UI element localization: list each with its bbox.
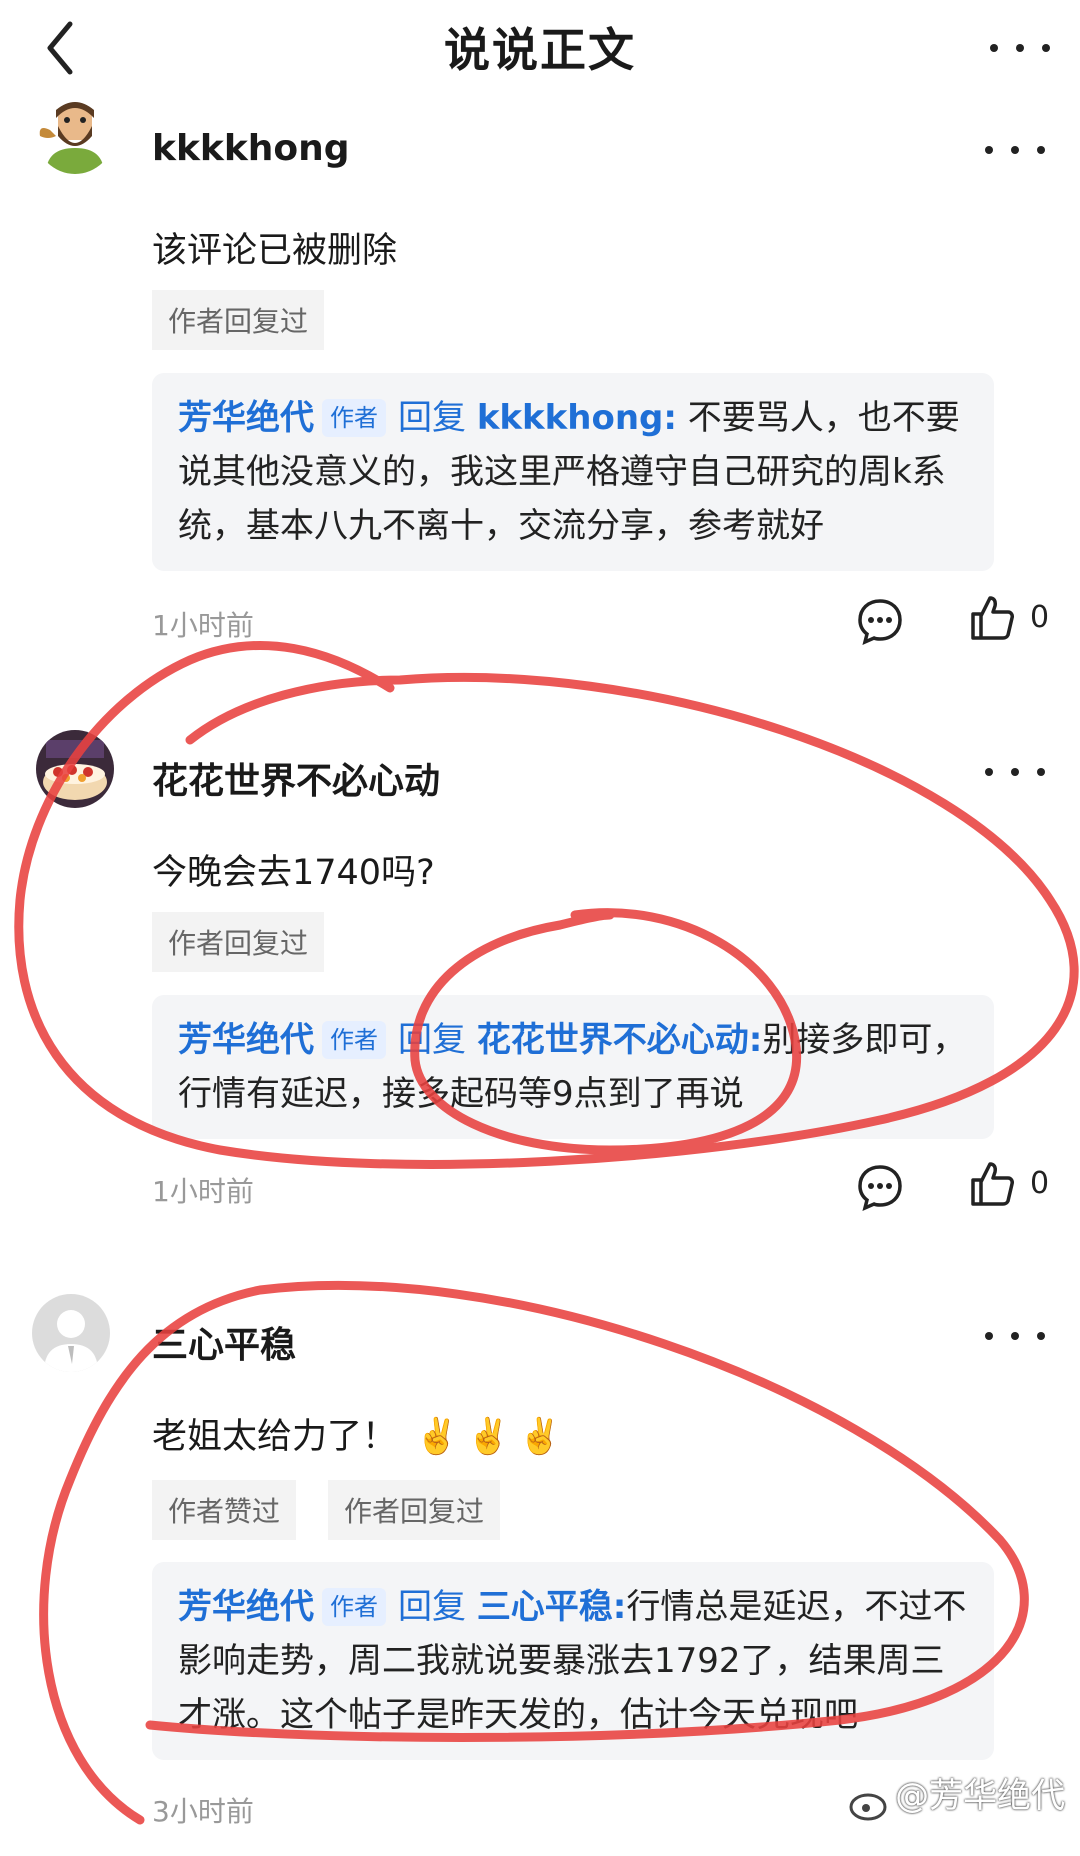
comment-username[interactable]: 三心平稳 — [152, 1316, 296, 1368]
like-button[interactable] — [968, 594, 1016, 646]
reply-action: 回复 — [398, 1587, 466, 1627]
like-count: 0 — [1030, 600, 1050, 635]
chat-bubble-icon — [858, 1165, 902, 1212]
victory-hand-emoji-icon: ✌️✌️✌️ — [415, 1417, 570, 1457]
author-replied-tag: 作者回复过 — [152, 912, 325, 972]
avatar[interactable] — [32, 1294, 110, 1372]
author-reply[interactable]: 芳华绝代 作者 回复 花花世界不必心动:别接多即可，行情有延迟，接多起码等9点到了再… — [152, 995, 994, 1139]
dot — [1011, 1332, 1019, 1340]
reply-action: 回复 — [398, 1020, 466, 1060]
bearded-man-avatar-icon — [36, 96, 114, 174]
reply-author-name[interactable]: 芳华绝代 — [178, 1587, 314, 1627]
comment-time: 3小时前 — [152, 1795, 254, 1828]
author-badge: 作者 — [322, 399, 386, 437]
author-liked-tag: 作者赞过 — [152, 1480, 297, 1540]
like-button[interactable] — [968, 1160, 1016, 1212]
author-badge: 作者 — [322, 1021, 386, 1059]
author-reply[interactable]: 芳华绝代 作者 回复 三心平稳:行情总是延迟，不过不影响走势，周二我就说要暴涨去17… — [152, 1562, 994, 1760]
dot — [1016, 44, 1024, 52]
reply-target-name[interactable]: 花花世界不必心动: — [477, 1020, 763, 1060]
comment-time: 1小时前 — [152, 1175, 254, 1208]
comment-more-button[interactable] — [975, 1316, 1055, 1356]
author-replied-tag: 作者回复过 — [328, 1480, 501, 1540]
page-title: 说说正文 — [444, 23, 636, 77]
reply-author-name[interactable]: 芳华绝代 — [178, 1020, 314, 1060]
author-badge: 作者 — [322, 1588, 386, 1626]
comment-username[interactable]: kkkkhong — [152, 128, 350, 169]
avatar[interactable] — [36, 96, 114, 174]
more-options-button[interactable] — [980, 28, 1060, 68]
weibo-logo-icon — [849, 1793, 887, 1820]
dot — [985, 146, 993, 154]
birthday-cake-avatar-icon — [36, 730, 114, 808]
reply-comment-button[interactable] — [855, 596, 905, 650]
dot — [1037, 1332, 1045, 1340]
like-count: 0 — [1030, 1166, 1050, 1201]
reply-target-name[interactable]: 三心平稳: — [477, 1587, 627, 1627]
reply-action: 回复 — [398, 398, 466, 438]
comment-username[interactable]: 花花世界不必心动 — [152, 752, 440, 804]
reply-comment-button[interactable] — [855, 1162, 905, 1216]
comment-text-body: 老姐太给力了！ — [152, 1417, 398, 1457]
author-reply[interactable]: 芳华绝代 作者 回复 kkkkhong: 不要骂人，也不要说其他没意义的，我这里严格… — [152, 373, 994, 571]
dot — [1037, 146, 1045, 154]
comment-time: 1小时前 — [152, 609, 254, 642]
comment-more-button[interactable] — [975, 752, 1055, 792]
avatar[interactable] — [36, 730, 114, 808]
reply-target-name[interactable]: kkkkhong: — [477, 398, 677, 438]
dot — [1037, 768, 1045, 776]
dot — [990, 44, 998, 52]
author-replied-tag: 作者回复过 — [152, 290, 325, 350]
dot — [1042, 44, 1050, 52]
chat-bubble-icon — [858, 599, 902, 646]
watermark: @芳华绝代 — [846, 1768, 1065, 1825]
dot — [985, 768, 993, 776]
reply-author-name[interactable]: 芳华绝代 — [178, 398, 314, 438]
watermark-text: @芳华绝代 — [895, 1776, 1066, 1816]
dot — [1011, 146, 1019, 154]
comment-text: 老姐太给力了！ ✌️✌️✌️ — [152, 1408, 570, 1459]
dot — [1011, 768, 1019, 776]
dot — [985, 1332, 993, 1340]
comment-more-button[interactable] — [975, 130, 1055, 170]
comment-text: 今晚会去1740吗? — [152, 853, 435, 893]
thumbs-up-icon — [971, 596, 1014, 640]
default-user-avatar-icon — [32, 1294, 110, 1372]
thumbs-up-icon — [971, 1162, 1014, 1206]
comment-text: 该评论已被删除 — [152, 231, 398, 271]
